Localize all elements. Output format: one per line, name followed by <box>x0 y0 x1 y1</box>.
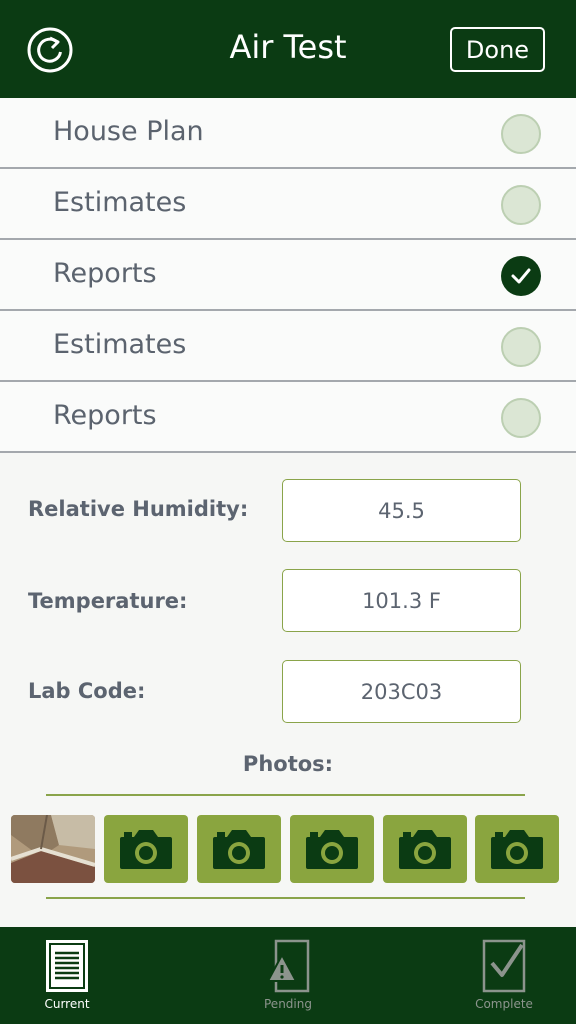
checklist-item-house-plan[interactable]: House Plan <box>0 98 576 169</box>
tab-pending[interactable]: Pending <box>228 927 348 1024</box>
tab-label: Pending <box>264 997 312 1011</box>
camera-icon <box>491 830 543 869</box>
nav-header: Air Test Done <box>0 0 576 98</box>
checklist-item-reports-2[interactable]: Reports <box>0 382 576 453</box>
checked-circle-icon[interactable] <box>501 256 541 296</box>
add-photo-button[interactable] <box>197 815 281 883</box>
checklist-item-label: Reports <box>53 258 157 289</box>
checklist-item-estimates-2[interactable]: Estimates <box>0 311 576 382</box>
temperature-label: Temperature: <box>28 589 188 613</box>
divider <box>46 897 525 899</box>
tab-complete[interactable]: Complete <box>444 927 564 1024</box>
checklist-item-label: Reports <box>53 400 157 431</box>
temperature-field[interactable]: 101.3 F <box>282 569 521 632</box>
document-icon <box>46 940 88 992</box>
lab-code-field[interactable]: 203C03 <box>282 660 521 723</box>
humidity-label: Relative Humidity: <box>28 497 249 521</box>
photo-thumbnail[interactable] <box>11 815 95 883</box>
checklist-item-reports[interactable]: Reports <box>0 240 576 311</box>
checklist: House Plan Estimates Reports Estimates R… <box>0 98 576 453</box>
add-photo-button[interactable] <box>475 815 559 883</box>
divider <box>46 794 525 796</box>
humidity-field[interactable]: 45.5 <box>282 479 521 542</box>
warning-document-icon <box>266 939 310 993</box>
camera-icon <box>306 830 358 869</box>
unchecked-circle-icon[interactable] <box>501 398 541 438</box>
tab-label: Current <box>44 997 90 1011</box>
unchecked-circle-icon[interactable] <box>501 114 541 154</box>
unchecked-circle-icon[interactable] <box>501 327 541 367</box>
checked-document-icon <box>482 939 526 993</box>
checklist-item-label: House Plan <box>53 116 204 147</box>
add-photo-button[interactable] <box>290 815 374 883</box>
done-button[interactable]: Done <box>450 27 545 72</box>
photos-label: Photos: <box>242 752 334 776</box>
unchecked-circle-icon[interactable] <box>501 185 541 225</box>
lab-code-label: Lab Code: <box>28 679 146 703</box>
checklist-item-label: Estimates <box>53 187 187 218</box>
add-photo-button[interactable] <box>383 815 467 883</box>
checklist-item-estimates[interactable]: Estimates <box>0 169 576 240</box>
tab-label: Complete <box>475 997 533 1011</box>
add-photo-button[interactable] <box>104 815 188 883</box>
tab-current[interactable]: Current <box>7 927 127 1024</box>
tab-bar: Current Pending Complete <box>0 927 576 1024</box>
camera-icon <box>213 830 265 869</box>
checklist-item-label: Estimates <box>53 329 187 360</box>
camera-icon <box>399 830 451 869</box>
camera-icon <box>120 830 172 869</box>
